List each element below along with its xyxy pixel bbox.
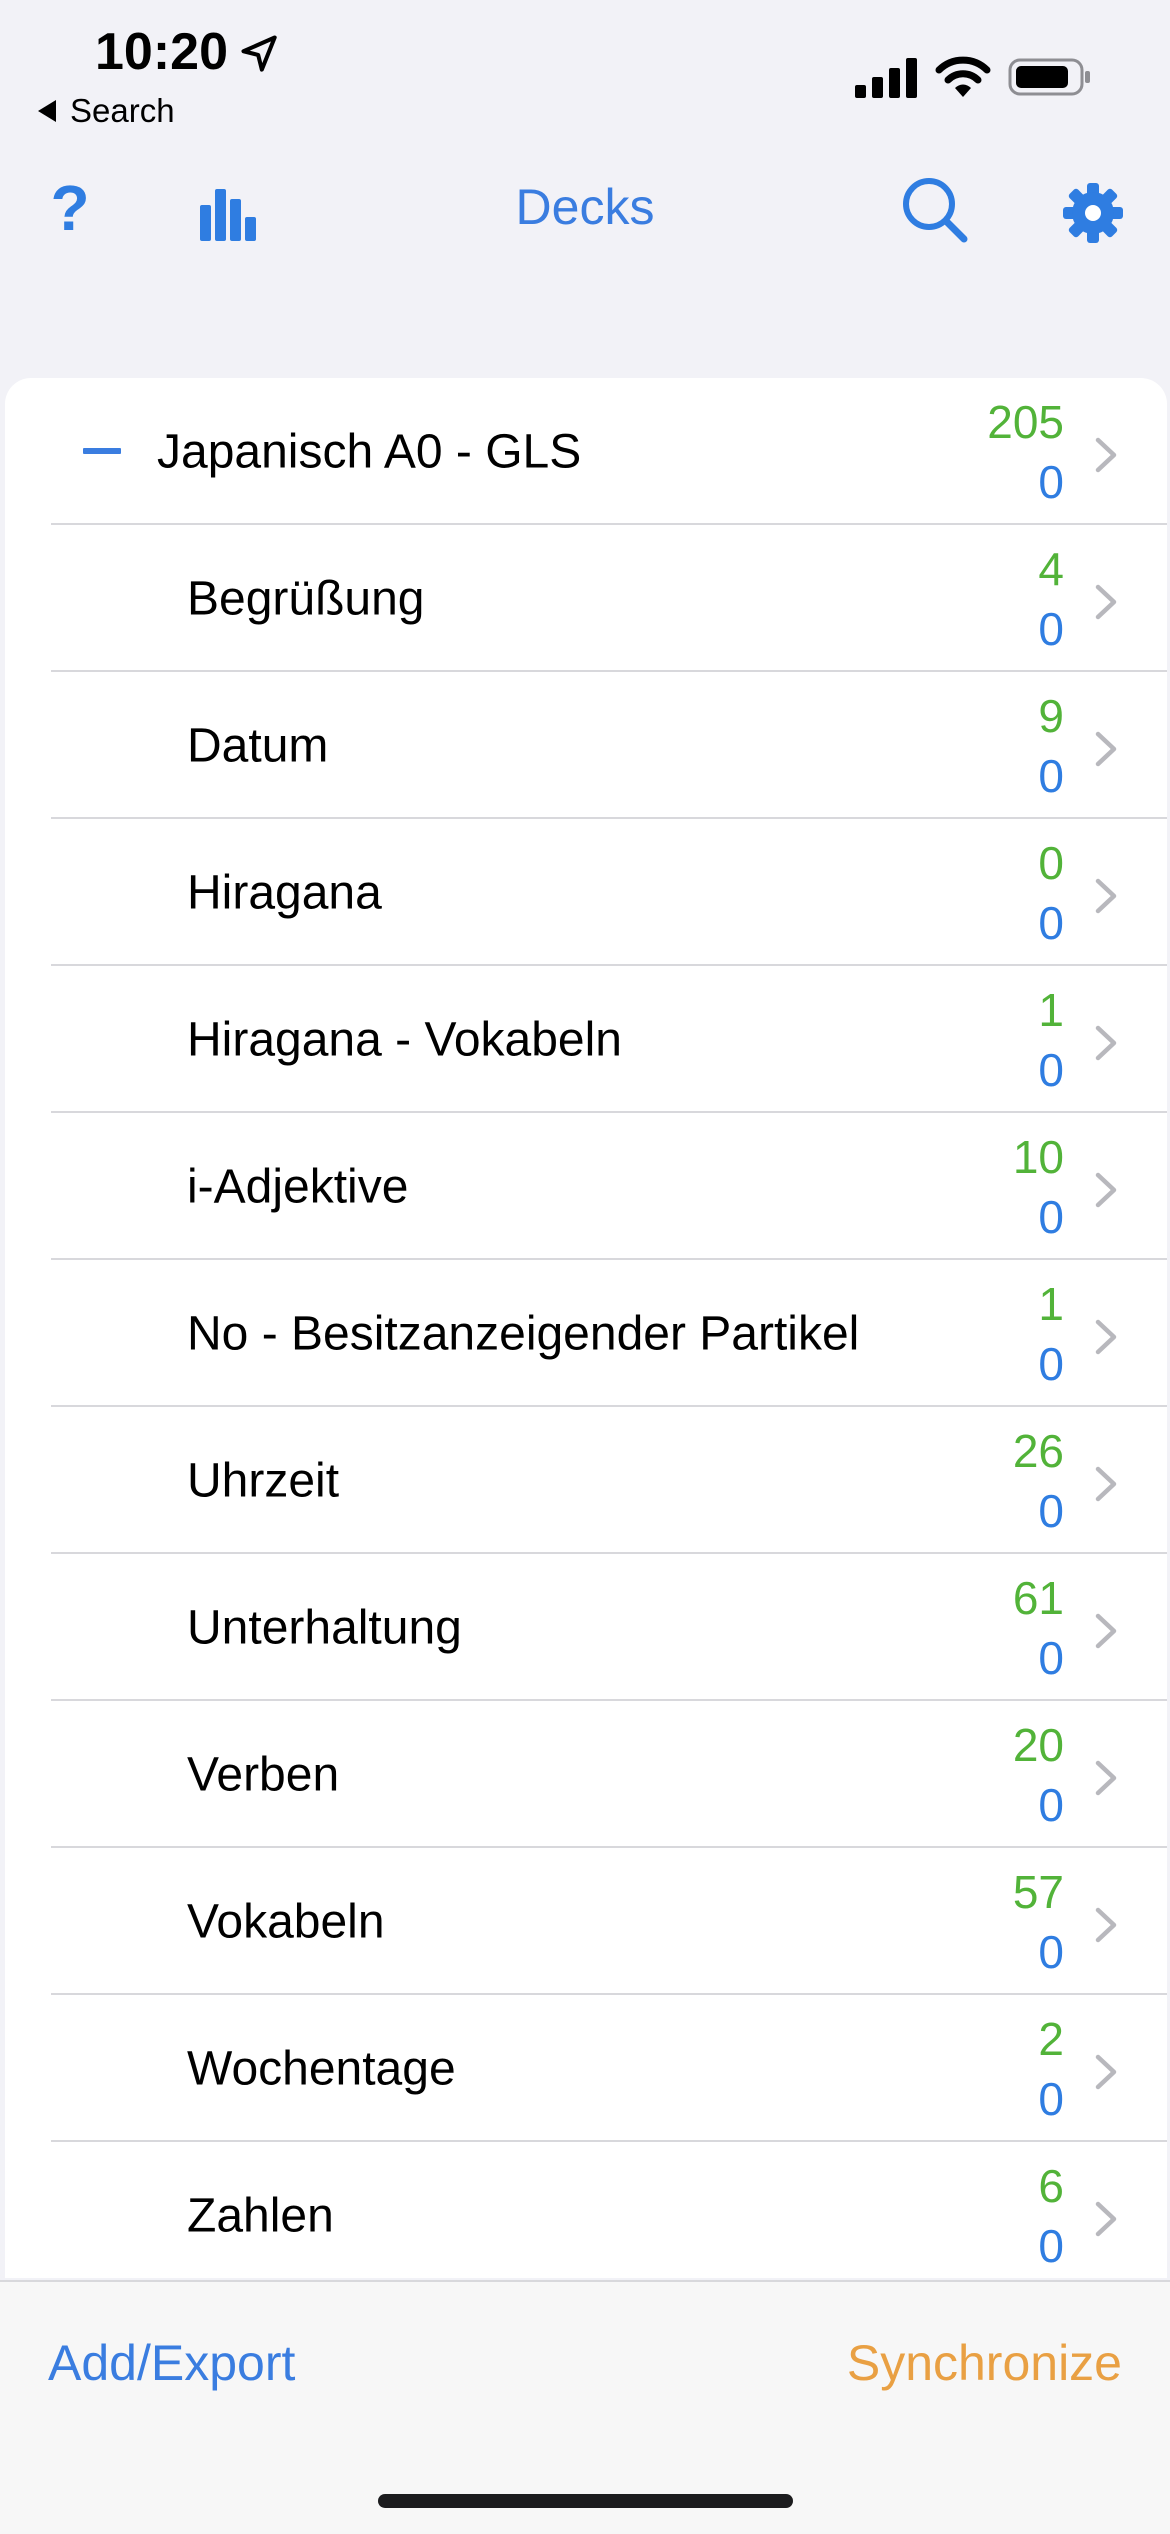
new-count: 0 [1038, 837, 1064, 889]
due-count: 0 [1038, 1632, 1064, 1684]
due-count: 0 [1038, 2220, 1064, 2272]
deck-counts: 57 0 [1013, 1862, 1064, 1982]
due-count: 0 [1038, 1044, 1064, 1096]
add-export-button[interactable]: Add/Export [48, 2334, 295, 2392]
deck-row-no-besitzanzeigender-partikel[interactable]: No - Besitzanzeigender Partikel 1 0 [5, 1260, 1167, 1407]
due-count: 0 [1038, 1338, 1064, 1390]
battery-icon [1008, 58, 1090, 96]
deck-name: Unterhaltung [187, 1601, 462, 1654]
deck-name: Japanisch A0 - GLS [157, 425, 582, 478]
deck-counts: 4 0 [1038, 539, 1064, 659]
new-count: 20 [1012, 1719, 1064, 1771]
new-count: 10 [1012, 1131, 1064, 1183]
new-count: 4 [1038, 543, 1064, 595]
deck-counts: 10 0 [1013, 1127, 1064, 1247]
deck-row-unterhaltung[interactable]: Unterhaltung 61 0 [5, 1554, 1167, 1701]
deck-name: Verben [187, 1748, 340, 1801]
chevron-right-icon [1095, 437, 1117, 473]
back-to-search-link[interactable]: Search [38, 92, 175, 130]
page-title: Decks [515, 179, 655, 235]
search-icon [903, 178, 968, 243]
location-arrow-icon [241, 35, 277, 72]
deck-name: Uhrzeit [187, 1454, 340, 1507]
deck-counts: 0 0 [1038, 833, 1064, 953]
signal-icon [855, 58, 917, 98]
synchronize-button[interactable]: Synchronize [847, 2334, 1122, 2392]
due-count: 0 [1038, 750, 1064, 802]
deck-row-hiragana-vokabeln[interactable]: Hiragana - Vokabeln 1 0 [5, 966, 1167, 1113]
due-count: 0 [1038, 1191, 1064, 1243]
due-count: 0 [1038, 1779, 1064, 1831]
new-count: 9 [1038, 690, 1064, 742]
deck-name: No - Besitzanzeigender Partikel [187, 1307, 860, 1360]
status-time: 10:20 [95, 23, 228, 81]
deck-list: Japanisch A0 - GLS 205 0 Begrüßung 4 0 D… [5, 378, 1167, 2278]
new-count: 2 [1038, 2013, 1064, 2065]
deck-row-i-adjektive[interactable]: i-Adjektive 10 0 [5, 1113, 1167, 1260]
back-arrow-icon [38, 100, 56, 122]
deck-row-uhrzeit[interactable]: Uhrzeit 26 0 [5, 1407, 1167, 1554]
home-indicator[interactable] [378, 2494, 793, 2508]
gear-icon [1062, 182, 1123, 243]
deck-counts: 9 0 [1038, 686, 1064, 806]
deck-name: i-Adjektive [187, 1160, 409, 1213]
new-count: 6 [1038, 2160, 1064, 2212]
due-count: 0 [1038, 897, 1064, 949]
chevron-right-icon [1095, 1760, 1117, 1796]
deck-name: Hiragana [187, 866, 382, 919]
deck-row-hiragana[interactable]: Hiragana 0 0 [5, 819, 1167, 966]
chevron-right-icon [1095, 1319, 1117, 1355]
chevron-right-icon [1095, 2054, 1117, 2090]
due-count: 0 [1038, 603, 1064, 655]
status-bar: 10:20 Search [0, 0, 1170, 140]
chevron-right-icon [1095, 2201, 1117, 2237]
deck-counts: 1 0 [1038, 1274, 1064, 1394]
deck-name: Datum [187, 719, 329, 772]
new-count: 61 [1012, 1572, 1064, 1624]
deck-row-zahlen[interactable]: Zahlen 6 0 [5, 2142, 1167, 2278]
deck-row-begruessung[interactable]: Begrüßung 4 0 [5, 525, 1167, 672]
new-count: 26 [1012, 1425, 1064, 1477]
new-count: 1 [1038, 1278, 1064, 1330]
deck-name: Begrüßung [187, 572, 425, 625]
deck-row-verben[interactable]: Verben 20 0 [5, 1701, 1167, 1848]
toolbar: ? Decks [0, 160, 1170, 260]
chevron-right-icon [1095, 731, 1117, 767]
chevron-right-icon [1095, 1172, 1117, 1208]
chevron-right-icon [1095, 1613, 1117, 1649]
deck-row-vokabeln[interactable]: Vokabeln 57 0 [5, 1848, 1167, 1995]
chevron-right-icon [1095, 1466, 1117, 1502]
chevron-right-icon [1095, 1907, 1117, 1943]
new-count: 1 [1038, 984, 1064, 1036]
deck-name: Zahlen [187, 2189, 334, 2242]
settings-button[interactable] [1055, 175, 1130, 250]
due-count: 0 [1038, 2073, 1064, 2125]
deck-counts: 205 0 [987, 392, 1064, 512]
deck-row-japanisch-a0-gls[interactable]: Japanisch A0 - GLS 205 0 [5, 378, 1167, 525]
search-button[interactable] [895, 170, 975, 250]
bottom-toolbar: Add/Export Synchronize [0, 2280, 1170, 2534]
deck-row-wochentage[interactable]: Wochentage 2 0 [5, 1995, 1167, 2142]
deck-counts: 1 0 [1038, 980, 1064, 1100]
deck-name: Wochentage [187, 2042, 456, 2095]
back-link-label: Search [70, 92, 175, 129]
due-count: 0 [1038, 1485, 1064, 1537]
chevron-right-icon [1095, 584, 1117, 620]
deck-name: Vokabeln [187, 1895, 385, 1948]
deck-counts: 20 0 [1013, 1715, 1064, 1835]
new-count: 57 [1012, 1866, 1064, 1918]
deck-name: Hiragana - Vokabeln [187, 1013, 622, 1066]
chevron-right-icon [1095, 1025, 1117, 1061]
due-count: 0 [1038, 456, 1064, 508]
minus-icon[interactable] [83, 448, 121, 454]
deck-counts: 2 0 [1038, 2009, 1064, 2129]
deck-counts: 6 0 [1038, 2156, 1064, 2276]
deck-row-datum[interactable]: Datum 9 0 [5, 672, 1167, 819]
wifi-icon [935, 56, 991, 97]
due-count: 0 [1038, 1926, 1064, 1978]
new-count: 205 [987, 396, 1064, 448]
deck-counts: 61 0 [1013, 1568, 1064, 1688]
deck-counts: 26 0 [1013, 1421, 1064, 1541]
chevron-right-icon [1095, 878, 1117, 914]
